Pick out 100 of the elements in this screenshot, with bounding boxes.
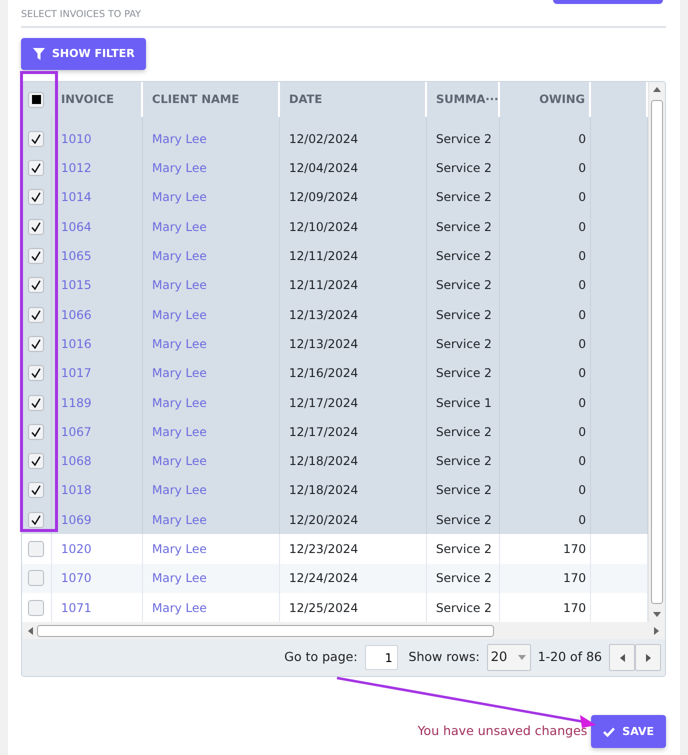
table-cell-text: 12/13/2024: [289, 306, 358, 324]
invoice-link[interactable]: 1069: [61, 510, 92, 529]
save-button[interactable]: SAVE: [591, 715, 666, 748]
table-cell-text: Service 2: [436, 248, 492, 266]
client-link[interactable]: Mary Lee: [152, 510, 207, 529]
row-checkbox[interactable]: [28, 512, 44, 528]
column-header[interactable]: DATE: [289, 91, 322, 108]
row-checkbox[interactable]: [28, 424, 44, 440]
table-cell-text: 12/23/2024: [289, 541, 358, 558]
client-link[interactable]: Mary Lee: [152, 130, 207, 148]
previous-page-button[interactable]: [609, 644, 635, 672]
select-all-checkbox[interactable]: [28, 92, 44, 108]
table-row[interactable]: 1066 Mary Lee 12/13/2024 Service 2 0: [22, 300, 648, 330]
row-checkbox[interactable]: [28, 218, 44, 235]
invoice-link[interactable]: 1064: [61, 218, 92, 236]
table-row[interactable]: 1010 Mary Lee 12/02/2024 Service 2 0: [22, 124, 648, 154]
invoice-link[interactable]: 1070: [61, 569, 92, 588]
table-row[interactable]: 1017 Mary Lee 12/16/2024 Service 2 0: [22, 358, 648, 388]
table-row[interactable]: 1068 Mary Lee 12/18/2024 Service 2 0: [22, 446, 648, 476]
check-icon: [31, 163, 41, 174]
table-cell-text: 0: [578, 189, 586, 206]
row-checkbox[interactable]: [28, 277, 44, 294]
client-link[interactable]: Mary Lee: [152, 481, 207, 500]
rows-select[interactable]: 20: [486, 644, 531, 672]
client-link[interactable]: Mary Lee: [152, 598, 207, 617]
client-link[interactable]: Mary Lee: [152, 364, 207, 382]
row-checkbox[interactable]: [28, 306, 44, 323]
invoice-link[interactable]: 1066: [61, 306, 92, 324]
table-cell-text: Service 2: [436, 570, 492, 588]
next-page-button[interactable]: [635, 644, 661, 672]
scroll-down-icon: [653, 612, 661, 618]
invoice-link[interactable]: 1010: [61, 130, 92, 148]
check-icon: [31, 426, 41, 437]
client-link[interactable]: Mary Lee: [152, 452, 207, 470]
client-link[interactable]: Mary Lee: [152, 334, 207, 353]
horizontal-scrollbar[interactable]: [22, 622, 665, 640]
table-row[interactable]: 1069 Mary Lee 12/20/2024 Service 2 0: [22, 505, 648, 534]
column-header[interactable]: OWING: [539, 91, 585, 108]
table-row[interactable]: 1014 Mary Lee 12/09/2024 Service 2 0: [22, 182, 648, 212]
invoice-link[interactable]: 1018: [61, 481, 92, 500]
invoice-link[interactable]: 1065: [61, 247, 92, 266]
invoice-link[interactable]: 1020: [61, 540, 92, 558]
invoice-link[interactable]: 1016: [61, 334, 92, 353]
table-row[interactable]: 1070 Mary Lee 12/24/2024 Service 2 170: [22, 564, 648, 593]
row-checkbox[interactable]: [28, 160, 44, 176]
table-cell-text: 0: [578, 365, 586, 382]
table-cell-text: 12/18/2024: [289, 453, 358, 470]
table-row[interactable]: 1067 Mary Lee 12/17/2024 Service 2 0: [22, 417, 648, 447]
client-link[interactable]: Mary Lee: [152, 159, 207, 178]
row-checkbox[interactable]: [28, 541, 44, 558]
invoice-link[interactable]: 1012: [61, 159, 92, 178]
table-row[interactable]: 1189 Mary Lee 12/17/2024 Service 1 0: [22, 388, 648, 418]
invoice-link[interactable]: 1068: [61, 452, 92, 470]
table-row[interactable]: 1065 Mary Lee 12/11/2024 Service 2 0: [22, 241, 648, 271]
page-field[interactable]: 1: [364, 645, 398, 670]
row-checkbox[interactable]: [28, 482, 44, 498]
client-link[interactable]: Mary Lee: [152, 276, 207, 294]
column-header[interactable]: CLIENT NAME: [152, 91, 240, 108]
column-header[interactable]: INVOICE: [61, 91, 114, 108]
table-cell-text: Service 2: [436, 453, 492, 470]
invoice-link[interactable]: 1017: [61, 364, 92, 382]
client-link[interactable]: Mary Lee: [152, 569, 207, 588]
table-row[interactable]: 1018 Mary Lee 12/18/2024 Service 2 0: [22, 476, 648, 506]
client-link[interactable]: Mary Lee: [152, 422, 207, 441]
filter-button[interactable]: SHOW FILTER: [21, 38, 146, 70]
table-cell-text: Service 2: [436, 482, 492, 500]
row-checkbox[interactable]: [28, 130, 44, 147]
client-link[interactable]: Mary Lee: [152, 188, 207, 206]
invoice-link[interactable]: 1014: [61, 188, 92, 206]
table-cell-text: 0: [578, 306, 586, 324]
caret-icon: [518, 655, 526, 660]
client-link[interactable]: Mary Lee: [152, 394, 207, 412]
invoice-link[interactable]: 1015: [61, 276, 92, 294]
table-row[interactable]: 1012 Mary Lee 12/04/2024 Service 2 0: [22, 154, 648, 183]
client-link[interactable]: Mary Lee: [152, 306, 207, 324]
row-checkbox[interactable]: [28, 189, 44, 206]
table-row[interactable]: 1015 Mary Lee 12/11/2024 Service 2 0: [22, 270, 648, 300]
invoice-link[interactable]: 1067: [61, 422, 92, 441]
row-checkbox[interactable]: [28, 453, 44, 470]
table-row[interactable]: 1064 Mary Lee 12/10/2024 Service 2 0: [22, 212, 648, 242]
table-cell-text: Service 2: [436, 600, 492, 617]
client-link[interactable]: Mary Lee: [152, 540, 207, 558]
table-row[interactable]: 1016 Mary Lee 12/13/2024 Service 2 0: [22, 329, 648, 359]
table-cell-text: 12/24/2024: [289, 570, 358, 588]
invoice-link[interactable]: 1189: [61, 394, 92, 412]
table-cell-text: Service 2: [436, 189, 492, 206]
column-header[interactable]: SUMMA···: [436, 91, 499, 108]
row-checkbox[interactable]: [28, 394, 44, 411]
client-link[interactable]: Mary Lee: [152, 247, 207, 266]
row-checkbox[interactable]: [28, 336, 44, 352]
vertical-scrollbar[interactable]: [648, 82, 665, 622]
row-checkbox[interactable]: [28, 570, 44, 586]
page-label: Go to page:: [284, 648, 358, 666]
table-cell-text: Service 2: [436, 130, 492, 148]
check-icon: [31, 222, 41, 232]
row-checkbox[interactable]: [28, 248, 44, 264]
client-link[interactable]: Mary Lee: [152, 218, 207, 236]
row-checkbox[interactable]: [28, 600, 44, 616]
row-checkbox[interactable]: [28, 365, 44, 382]
invoice-link[interactable]: 1071: [61, 598, 92, 617]
